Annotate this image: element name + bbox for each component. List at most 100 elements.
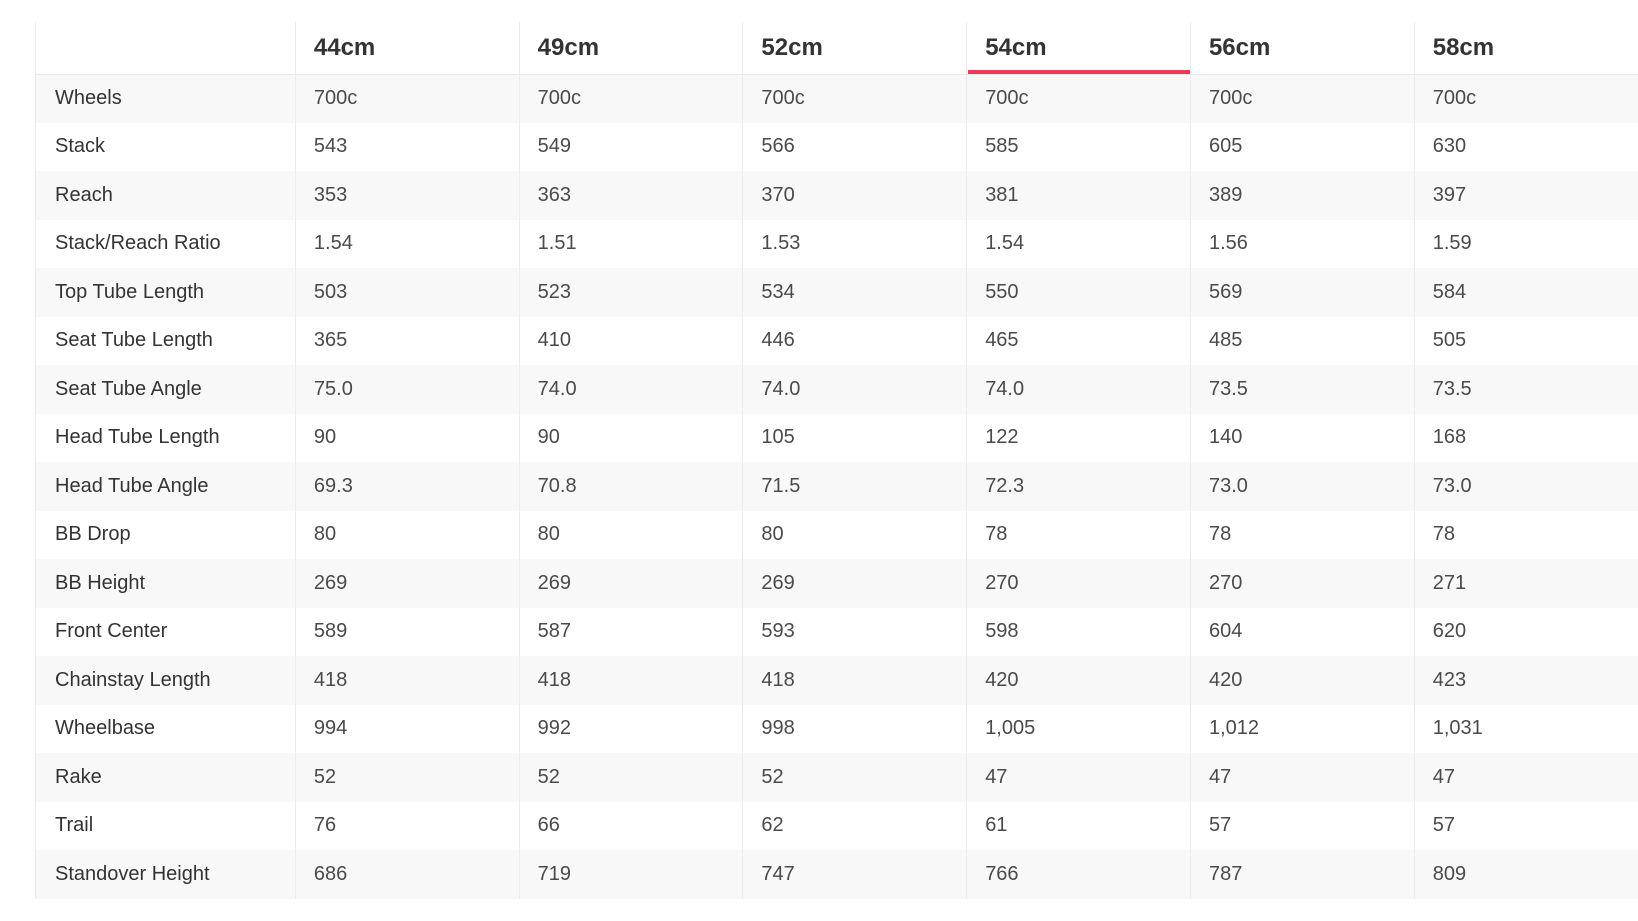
size-tab-49cm[interactable]: 49cm	[518, 22, 743, 75]
row-label: Standover Height	[35, 850, 296, 899]
table-cell: 420	[1189, 656, 1415, 705]
table-cell: 78	[1189, 510, 1415, 559]
table-cell: 686	[294, 850, 520, 899]
table-cell: 73.5	[1413, 365, 1638, 414]
table-cell: 598	[966, 607, 1191, 656]
table-cell: 992	[518, 704, 743, 753]
table-row: Trail 76 66 62 61 57 57	[35, 801, 1638, 850]
table-cell: 363	[518, 171, 743, 220]
table-row: Stack/Reach Ratio 1.54 1.51 1.53 1.54 1.56 1.5…	[35, 219, 1638, 268]
table-cell: 75.0	[294, 365, 520, 414]
table-cell: 47	[966, 753, 1191, 802]
table-cell: 418	[518, 656, 743, 705]
table-cell: 465	[966, 316, 1191, 365]
row-label: Wheels	[35, 74, 296, 123]
geometry-table-body: Wheels 700c 700c 700c 700c 700c 700c Stack 543 54…	[35, 74, 1638, 899]
table-cell: 73.0	[1413, 462, 1638, 511]
row-label: Seat Tube Angle	[35, 365, 296, 414]
table-cell: 52	[294, 753, 520, 802]
table-cell: 71.5	[742, 462, 967, 511]
table-cell: 70.8	[518, 462, 743, 511]
table-cell: 269	[742, 559, 967, 608]
table-cell: 90	[294, 413, 520, 462]
size-tab-58cm[interactable]: 58cm	[1413, 22, 1638, 75]
table-row: Head Tube Length 90 90 105 122 140 168	[35, 413, 1638, 462]
table-cell: 534	[742, 268, 967, 317]
table-cell: 73.5	[1189, 365, 1415, 414]
row-label: Top Tube Length	[35, 268, 296, 317]
row-label: BB Drop	[35, 510, 296, 559]
table-cell: 397	[1413, 171, 1638, 220]
table-cell: 485	[1189, 316, 1415, 365]
table-row: Top Tube Length 503 523 534 550 569 584	[35, 268, 1638, 317]
table-row: BB Drop 80 80 80 78 78 78	[35, 510, 1638, 559]
row-label: Rake	[35, 753, 296, 802]
table-cell: 69.3	[294, 462, 520, 511]
table-cell: 62	[742, 801, 967, 850]
size-tab-52cm[interactable]: 52cm	[742, 22, 967, 75]
table-cell: 1.53	[742, 219, 967, 268]
table-cell: 78	[1413, 510, 1638, 559]
table-cell: 700c	[1413, 74, 1638, 123]
table-cell: 1,031	[1413, 704, 1638, 753]
table-row: Reach 353 363 370 381 389 397	[35, 171, 1638, 220]
row-label: Head Tube Angle	[35, 462, 296, 511]
size-tab-54cm[interactable]: 54cm	[966, 22, 1191, 75]
table-cell: 381	[966, 171, 1191, 220]
table-cell: 1.54	[966, 219, 1191, 268]
table-cell: 370	[742, 171, 967, 220]
table-cell: 52	[518, 753, 743, 802]
table-cell: 122	[966, 413, 1191, 462]
table-cell: 1,012	[1189, 704, 1415, 753]
table-cell: 994	[294, 704, 520, 753]
row-label: Trail	[35, 801, 296, 850]
table-cell: 998	[742, 704, 967, 753]
table-row: Seat Tube Angle 75.0 74.0 74.0 74.0 73.5 73.5	[35, 365, 1638, 414]
table-cell: 1.56	[1189, 219, 1415, 268]
table-cell: 549	[518, 122, 743, 171]
table-cell: 1.51	[518, 219, 743, 268]
table-cell: 168	[1413, 413, 1638, 462]
row-label: Stack/Reach Ratio	[35, 219, 296, 268]
table-cell: 76	[294, 801, 520, 850]
table-cell: 80	[294, 510, 520, 559]
table-row: Seat Tube Length 365 410 446 465 485 505	[35, 316, 1638, 365]
table-cell: 80	[742, 510, 967, 559]
row-label: Chainstay Length	[35, 656, 296, 705]
table-cell: 410	[518, 316, 743, 365]
table-cell: 700c	[742, 74, 967, 123]
table-cell: 47	[1189, 753, 1415, 802]
table-cell: 1.54	[294, 219, 520, 268]
table-cell: 505	[1413, 316, 1638, 365]
row-label: BB Height	[35, 559, 296, 608]
size-tab-56cm[interactable]: 56cm	[1189, 22, 1415, 75]
table-cell: 61	[966, 801, 1191, 850]
table-cell: 1.59	[1413, 219, 1638, 268]
table-cell: 365	[294, 316, 520, 365]
table-cell: 90	[518, 413, 743, 462]
table-row: Wheelbase 994 992 998 1,005 1,012 1,031	[35, 704, 1638, 753]
table-row: Rake 52 52 52 47 47 47	[35, 753, 1638, 802]
table-cell: 585	[966, 122, 1191, 171]
table-cell: 787	[1189, 850, 1415, 899]
table-cell: 270	[1189, 559, 1415, 608]
table-cell: 66	[518, 801, 743, 850]
table-cell: 569	[1189, 268, 1415, 317]
table-cell: 78	[966, 510, 1191, 559]
table-row: Head Tube Angle 69.3 70.8 71.5 72.3 73.0 73.0	[35, 462, 1638, 511]
table-cell: 271	[1413, 559, 1638, 608]
table-cell: 418	[742, 656, 967, 705]
table-cell: 57	[1189, 801, 1415, 850]
table-cell: 620	[1413, 607, 1638, 656]
table-cell: 57	[1413, 801, 1638, 850]
row-label: Front Center	[35, 607, 296, 656]
table-cell: 353	[294, 171, 520, 220]
size-tab-44cm[interactable]: 44cm	[294, 22, 520, 75]
table-row: Stack 543 549 566 585 605 630	[35, 122, 1638, 171]
table-cell: 700c	[294, 74, 520, 123]
table-cell: 719	[518, 850, 743, 899]
table-cell: 418	[294, 656, 520, 705]
table-row: Wheels 700c 700c 700c 700c 700c 700c	[35, 74, 1638, 123]
table-cell: 269	[518, 559, 743, 608]
table-cell: 420	[966, 656, 1191, 705]
